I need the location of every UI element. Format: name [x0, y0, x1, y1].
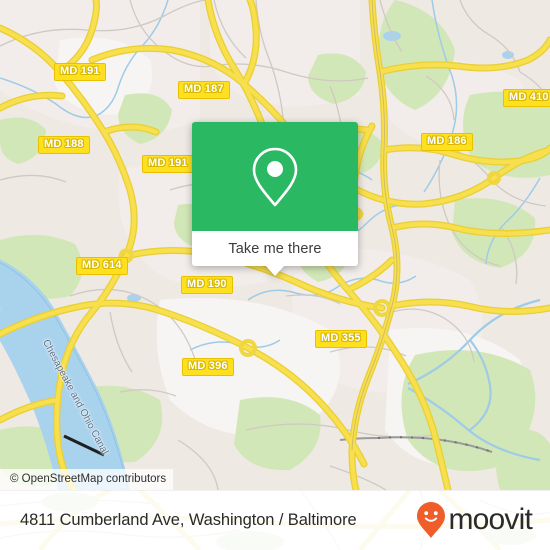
address-label: 4811 Cumberland Ave, Washington / Baltim…: [20, 510, 357, 529]
road-shield: MD 190: [181, 276, 233, 294]
road-shield: MD 410: [503, 89, 550, 107]
footer-content: 4811 Cumberland Ave, Washington / Baltim…: [0, 490, 550, 550]
road-shield: MD 191: [142, 155, 194, 173]
road-shield: MD 191: [54, 63, 106, 81]
popup-footer[interactable]: Take me there: [192, 231, 358, 276]
moovit-map-screenshot: MD 191 MD 187 MD 188 MD 191 MD 186 MD 41…: [0, 0, 550, 550]
road-shield: MD 186: [421, 133, 473, 151]
moovit-smiley-pin-icon: [417, 502, 446, 538]
take-me-there-button-label: Take me there: [228, 240, 322, 257]
road-shield: MD 614: [76, 257, 128, 275]
road-shield: MD 396: [182, 358, 234, 376]
footer-bar: 4811 Cumberland Ave, Washington / Baltim…: [0, 490, 550, 550]
osm-attribution[interactable]: © OpenStreetMap contributors: [0, 469, 174, 490]
map-canvas[interactable]: MD 191 MD 187 MD 188 MD 191 MD 186 MD 41…: [0, 0, 550, 490]
destination-popup-card[interactable]: Take me there: [192, 122, 358, 276]
road-shield: MD 187: [178, 81, 230, 99]
map-pin-icon: [252, 147, 298, 206]
popup-body: [192, 122, 358, 231]
road-shield: MD 355: [315, 330, 367, 348]
popup-tail-pointer: [265, 265, 285, 276]
road-shield: MD 188: [38, 136, 90, 154]
moovit-wordmark: moovit: [448, 503, 532, 536]
moovit-logo[interactable]: moovit: [416, 501, 533, 539]
